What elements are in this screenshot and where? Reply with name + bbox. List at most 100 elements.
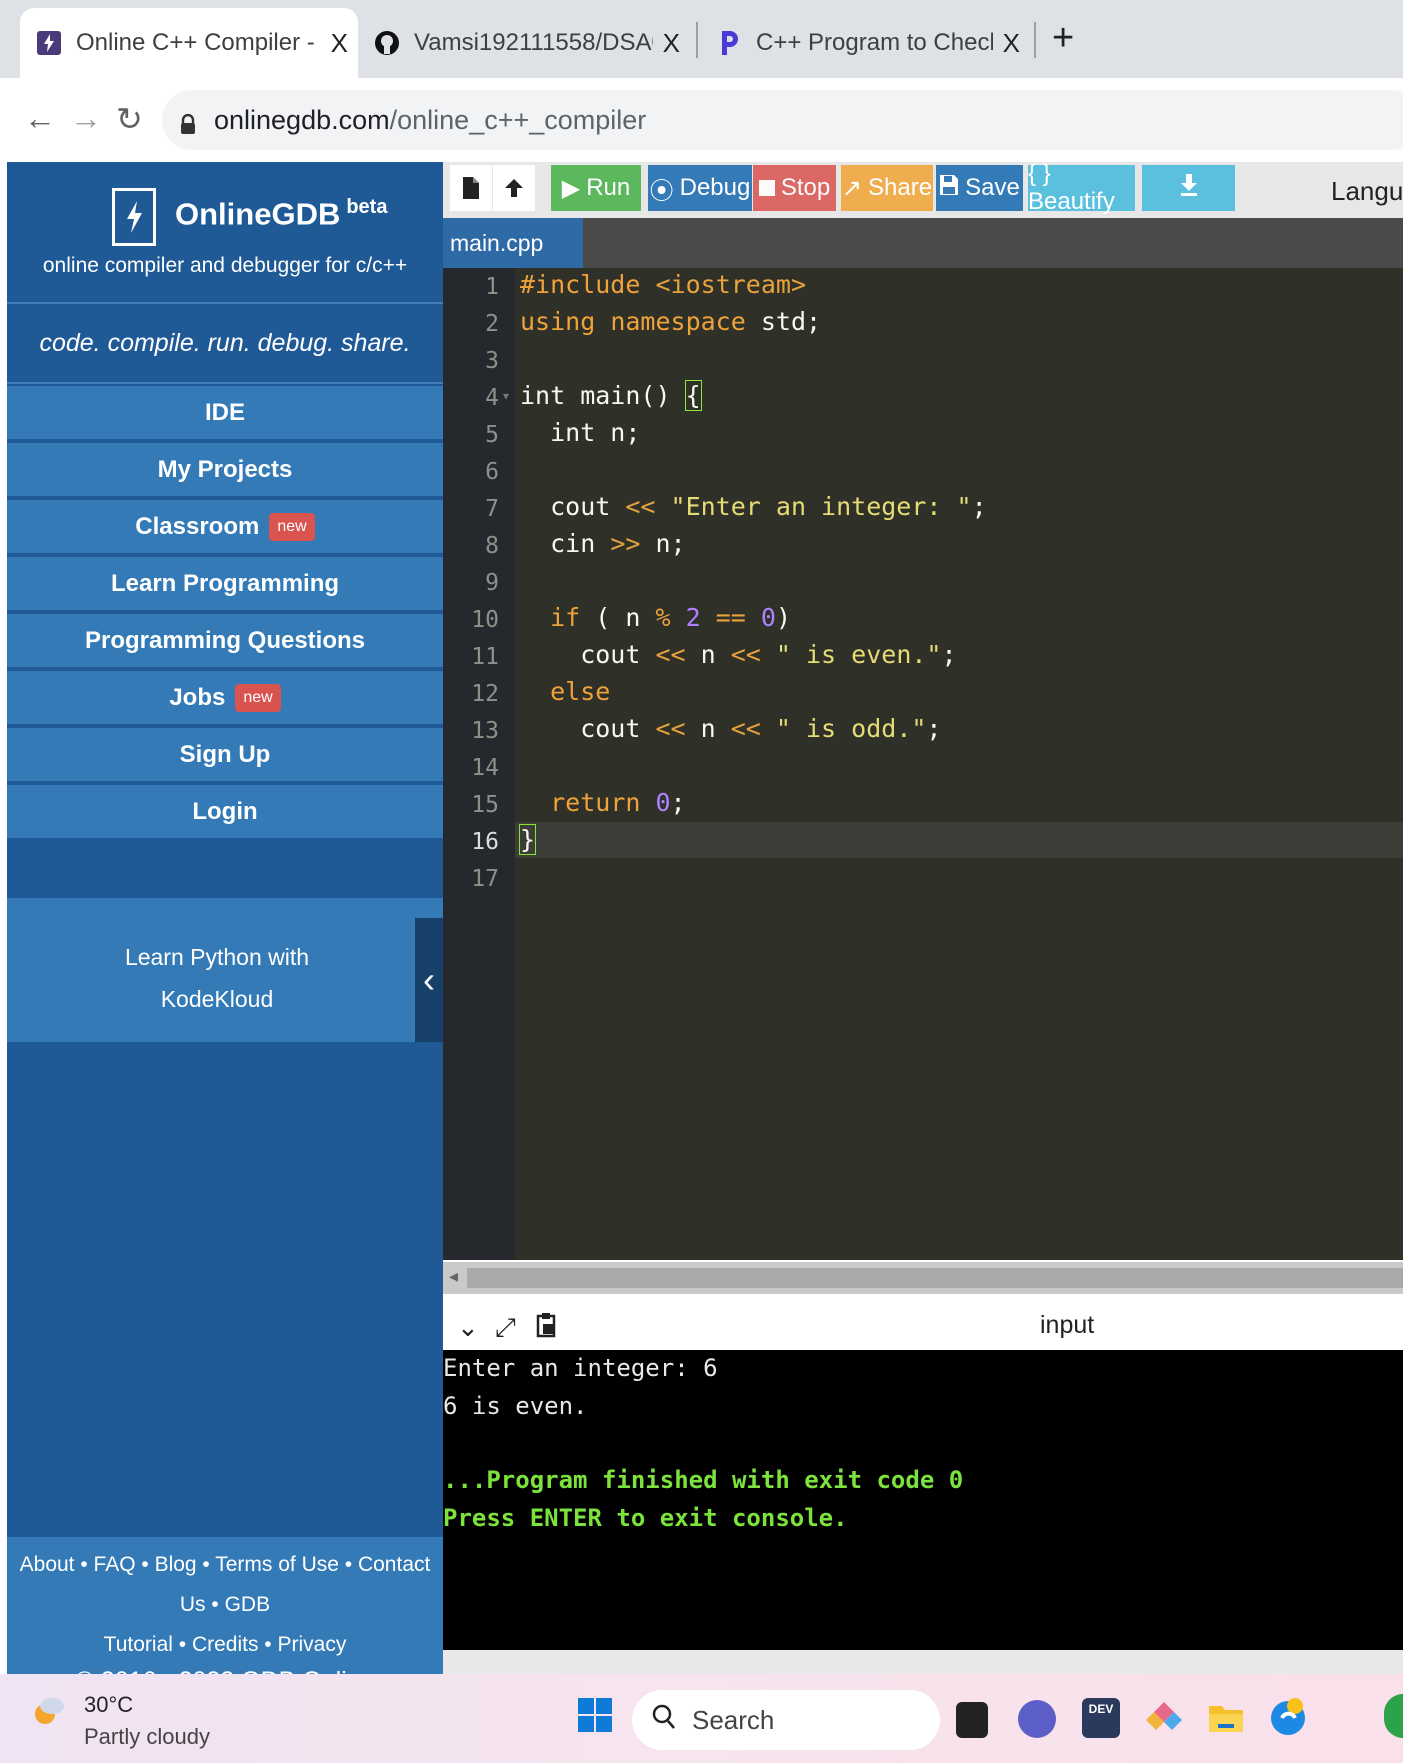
code-line: #include <iostream> [520,270,806,299]
run-button[interactable]: ▶ Run [551,165,641,211]
fold-marker-icon[interactable]: ▾ [503,389,509,403]
active-line-highlight [443,822,1403,858]
upload-file-icon[interactable] [493,165,535,211]
console-line: Press ENTER to exit console. [443,1504,848,1532]
sidebar-item-programming-questions[interactable]: Programming Questions [7,614,443,669]
line-number: 16 [471,829,499,855]
temperature: 30°C [84,1692,134,1717]
share-icon: ↗ [841,174,863,202]
chrome-browser-icon[interactable] [1384,1694,1403,1738]
address-bar-row: ← → ↻ onlinegdb.com/online_c++_compiler [0,78,1403,162]
code-line: using namespace std; [520,307,822,336]
console-input-label[interactable]: input [1040,1311,1094,1340]
windows-start-icon[interactable] [578,1698,612,1732]
code-line: } [518,824,537,855]
close-tab-icon[interactable]: X [331,28,348,59]
sidebar-item-jobs[interactable]: Jobs new [7,671,443,726]
code-line: cout << n << " is even."; [520,640,957,669]
back-arrow-icon[interactable]: ← [24,100,56,137]
line-number: 2 [485,311,499,337]
scrollbar-thumb[interactable] [467,1268,1403,1288]
debug-button[interactable]: ⦿ Debug [648,165,752,211]
sidebar-footer: About • FAQ • Blog • Terms of Use • Cont… [7,1537,443,1695]
floppy-disk-icon [939,174,959,203]
file-tab-main-cpp[interactable]: main.cpp [443,218,583,268]
debug-icon: ⦿ [649,177,674,205]
line-number: 7 [485,496,499,522]
line-number: 12 [471,681,499,707]
stop-button[interactable]: Stop [753,165,836,211]
new-file-icon[interactable] [450,165,492,211]
line-number: 5 [485,422,499,448]
tab-separator [1034,22,1036,58]
reload-icon[interactable]: ↻ [116,100,143,138]
onlinegdb-favicon-icon [36,30,62,56]
taskbar-search[interactable]: Search [632,1690,940,1750]
file-tab-bar: main.cpp [443,218,1403,268]
weather-widget[interactable]: 30°C Partly cloudy [30,1692,210,1750]
stop-icon [758,180,775,196]
dev-cpp-icon[interactable]: DEV [1082,1698,1120,1738]
console-line: 6 is even. [443,1392,588,1420]
close-tab-icon[interactable]: X [1003,28,1020,59]
console-line: ...Program finished with exit code 0 [443,1466,964,1494]
file-explorer-icon[interactable] [1206,1698,1246,1738]
download-button[interactable] [1142,165,1235,211]
close-tab-icon[interactable]: X [663,28,680,59]
line-number: 14 [471,755,499,781]
edge-browser-icon[interactable] [1268,1694,1308,1738]
tab-separator [696,22,698,58]
editor-horizontal-scrollbar[interactable]: ◂ [443,1262,1403,1294]
language-selector[interactable]: Languag [1331,176,1403,207]
programiz-favicon-icon [716,30,742,56]
copy-clipboard-icon[interactable] [535,1312,557,1345]
tab-title: C++ Program to Check Whether [756,29,993,56]
search-placeholder: Search [692,1704,775,1735]
line-number: 11 [471,644,499,670]
code-line: if ( n % 2 == 0) [550,603,792,632]
search-icon [652,1704,676,1737]
browser-tab-onlinegdb[interactable]: Online C++ Compiler - online ed X [20,8,358,78]
forward-arrow-icon[interactable]: → [70,100,102,137]
partly-cloudy-icon [30,1692,70,1732]
beautify-button[interactable]: { } Beautify [1028,160,1135,215]
footer-links[interactable]: About • FAQ • Blog • Terms of Use • Cont… [7,1537,443,1665]
expand-console-icon[interactable]: ⤢ [495,1312,516,1344]
code-line: cout << "Enter an integer: "; [520,492,987,521]
code-line: cout << n << " is odd."; [520,714,942,743]
teams-chat-icon[interactable] [1018,1700,1056,1738]
ad-banner[interactable]: Learn Python with KodeKloud ‹ [7,898,443,1042]
onlinegdb-logo-icon [112,188,156,246]
browser-tab-bar: Online C++ Compiler - online ed X Vamsi1… [0,0,1403,78]
line-number: 17 [471,866,499,892]
download-icon [1179,173,1199,204]
sidebar-item-classroom[interactable]: Classroom new [7,500,443,555]
sidebar-item-learn-programming[interactable]: Learn Programming [7,557,443,612]
url-field[interactable]: onlinegdb.com/online_c++_compiler [162,90,1403,150]
console-output[interactable]: Enter an integer: 6 6 is even. ...Progra… [443,1350,1403,1650]
console-header: ⌄ ⤢ input [443,1308,1403,1350]
line-number: 4 [485,385,499,411]
sidebar-item-ide[interactable]: IDE [7,386,443,441]
photos-app-icon[interactable] [1144,1698,1184,1738]
code-editor[interactable]: 1 2 3 4 5 6 7 8 9 10 11 12 13 14 15 16 1… [443,268,1403,1260]
sidebar-item-my-projects[interactable]: My Projects [7,443,443,498]
save-button[interactable]: Save [936,165,1023,211]
code-line: int main() { [520,380,702,411]
new-tab-button[interactable]: + [1052,18,1074,58]
scroll-left-arrow-icon[interactable]: ◂ [449,1266,458,1287]
console-bottom-bar [443,1650,1403,1674]
brand-header[interactable]: OnlineGDB beta online compiler and debugg… [7,162,443,302]
collapse-sidebar-chevron-icon[interactable]: ‹ [415,918,443,1042]
collapse-console-chevron-icon[interactable]: ⌄ [457,1312,479,1343]
tab-title: Vamsi192111558/DSA0156-C- [414,29,653,56]
line-number: 9 [485,570,499,596]
browser-tab-github[interactable]: Vamsi192111558/DSA0156-C- X [358,8,690,78]
line-number: 10 [471,607,499,633]
sidebar-item-login[interactable]: Login [7,785,443,840]
tab-title: Online C++ Compiler - online ed [76,29,321,56]
task-view-icon[interactable] [956,1702,988,1738]
sidebar-item-sign-up[interactable]: Sign Up [7,728,443,783]
share-button[interactable]: ↗ Share [841,165,933,211]
browser-tab-cpp-program[interactable]: C++ Program to Check Whether X [700,8,1030,78]
